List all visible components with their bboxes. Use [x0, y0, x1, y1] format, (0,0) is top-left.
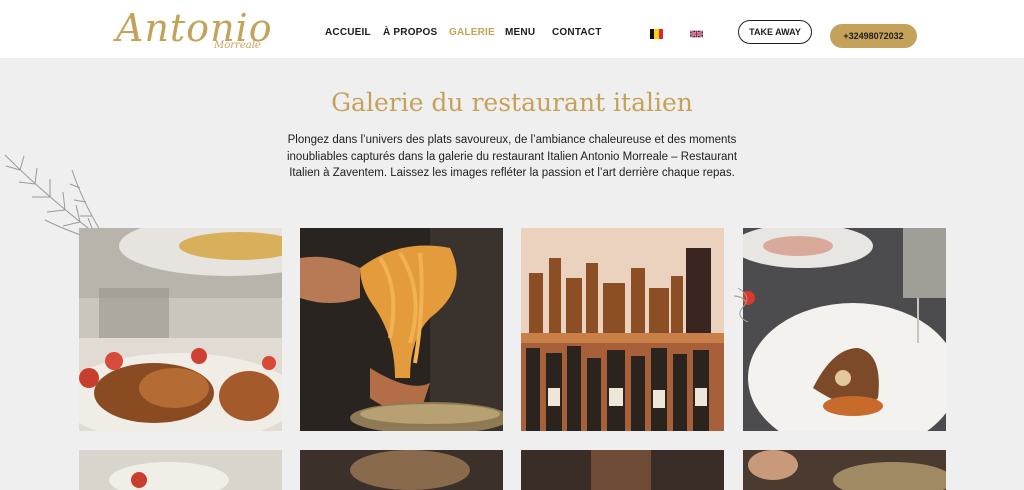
decorative-sketch-icon	[733, 287, 749, 323]
pasta-twirl-photo[interactable]	[300, 228, 503, 431]
nav-galerie[interactable]: GALERIE	[449, 27, 495, 38]
nav-menu[interactable]: MENU	[505, 27, 535, 38]
octopus-dish-photo[interactable]	[79, 228, 282, 431]
plated-dish-wine-photo[interactable]	[743, 228, 946, 431]
gallery-photo-6[interactable]	[300, 450, 503, 490]
nav-accueil[interactable]: ACCUEIL	[325, 27, 371, 38]
page-title: Galerie du restaurant italien	[331, 88, 693, 117]
liquor-shelf-photo[interactable]	[521, 228, 724, 431]
antonio-logo[interactable]: Antonio Morreale	[116, 6, 286, 56]
page-intro: Plongez dans l’univers des plats savoure…	[286, 134, 738, 179]
gallery-photo-7[interactable]	[521, 450, 724, 490]
site-header: Antonio Morreale ACCUEIL À PROPOS GALERI…	[0, 0, 1024, 58]
nav-a-propos[interactable]: À PROPOS	[383, 27, 437, 38]
gallery-photo-5[interactable]	[79, 450, 282, 490]
phone-button[interactable]: +32498072032	[830, 24, 917, 48]
logo-subtitle: Morreale	[214, 40, 261, 51]
gallery-photo-8[interactable]	[743, 450, 946, 490]
nav-contact[interactable]: CONTACT	[552, 27, 602, 38]
belgium-flag-icon[interactable]	[650, 29, 663, 39]
take-away-button[interactable]: TAKE AWAY	[738, 20, 812, 44]
uk-flag-icon[interactable]	[690, 29, 703, 39]
